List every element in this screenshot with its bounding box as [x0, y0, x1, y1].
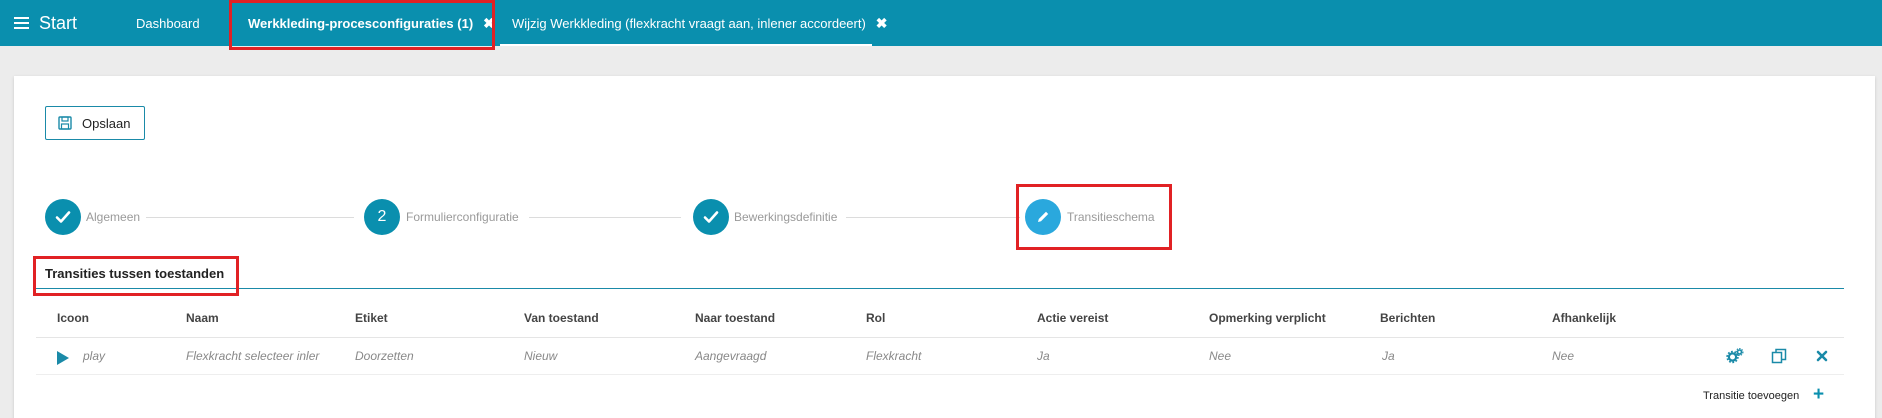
cell-etiket: Doorzetten — [355, 349, 414, 363]
stepper-connector — [529, 217, 681, 218]
highlight-box-step — [1016, 184, 1172, 250]
step-formulierconfiguratie-label: Formulierconfiguratie — [406, 210, 519, 224]
hamburger-menu-icon — [14, 17, 29, 29]
floppy-disk-icon — [58, 116, 72, 130]
column-header-rol: Rol — [866, 311, 886, 325]
table-row-divider — [36, 374, 1844, 375]
active-tab-indicator — [500, 44, 872, 46]
settings-icon[interactable] — [1726, 347, 1744, 365]
main-card — [14, 76, 1875, 418]
start-menu-button[interactable]: Start — [14, 12, 77, 34]
tab-wijzig-werkkleding-label: Wijzig Werkkleding (flexkracht vraagt aa… — [512, 15, 866, 31]
step-algemeen-label: Algemeen — [86, 210, 141, 224]
column-header-naar-toestand: Naar toestand — [695, 311, 776, 325]
column-header-actie-vereist: Actie vereist — [1037, 311, 1109, 325]
highlight-box-tab — [229, 0, 495, 50]
cell-afhankelijk: Nee — [1552, 349, 1575, 363]
duplicate-icon — [1771, 348, 1787, 364]
cell-berichten: Ja — [1382, 349, 1395, 363]
tab-wijzig-werkkleding[interactable]: Wijzig Werkkleding (flexkracht vraagt aa… — [512, 0, 888, 46]
step-formulierconfiguratie-number[interactable]: 2 — [364, 199, 400, 235]
close-tab-icon[interactable]: ✖ — [876, 15, 888, 32]
cell-actie-vereist: Ja — [1037, 349, 1050, 363]
step-algemeen-check-icon[interactable] — [45, 199, 81, 235]
close-icon — [1816, 350, 1828, 362]
column-header-afhankelijk: Afhankelijk — [1552, 311, 1617, 325]
tab-dashboard[interactable]: Dashboard — [136, 0, 200, 46]
section-divider — [36, 288, 1844, 289]
column-header-opmerking-verplicht: Opmerking verplicht — [1209, 311, 1326, 325]
table-header-divider — [36, 337, 1844, 338]
plus-icon[interactable]: + — [1813, 385, 1824, 404]
add-transition-label[interactable]: Transitie toevoegen — [1703, 390, 1799, 402]
copy-icon[interactable] — [1770, 347, 1788, 365]
step-bewerkingsdefinitie-check-icon[interactable] — [693, 199, 729, 235]
column-header-van-toestand: Van toestand — [524, 311, 599, 325]
save-button-label: Opslaan — [82, 115, 131, 131]
column-header-berichten: Berichten — [1380, 311, 1436, 325]
column-header-icoon: Icoon — [57, 311, 89, 325]
start-menu-label: Start — [39, 12, 78, 33]
cell-rol: Flexkracht — [866, 349, 922, 363]
stepper-connector — [846, 217, 1020, 218]
cell-opmerking-verplicht: Nee — [1209, 349, 1232, 363]
column-header-etiket: Etiket — [355, 311, 388, 325]
gears-icon — [1726, 348, 1744, 364]
play-icon — [57, 351, 69, 365]
cell-van-toestand: Nieuw — [524, 349, 558, 363]
cell-naam: Flexkracht selecteer inler — [186, 349, 320, 363]
highlight-box-section — [33, 256, 239, 296]
stepper-connector — [146, 217, 354, 218]
cell-naar-toestand: Aangevraagd — [695, 349, 767, 363]
save-button[interactable]: Opslaan — [45, 106, 145, 140]
check-icon — [55, 211, 71, 223]
column-header-naam: Naam — [186, 311, 219, 325]
tab-dashboard-label: Dashboard — [136, 15, 200, 31]
step-bewerkingsdefinitie-label: Bewerkingsdefinitie — [734, 210, 838, 224]
check-icon — [703, 211, 719, 223]
delete-icon[interactable] — [1813, 347, 1831, 365]
cell-icoon: play — [83, 349, 106, 363]
